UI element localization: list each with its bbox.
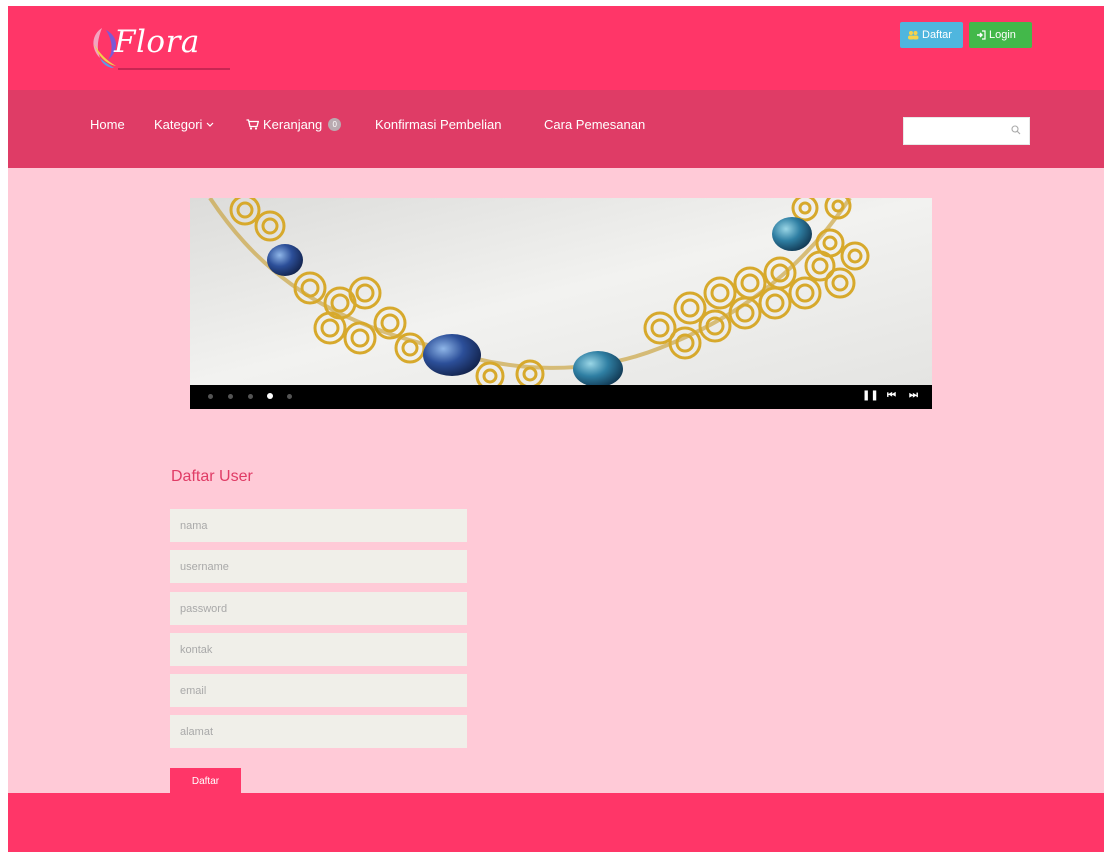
email-field[interactable] (170, 674, 467, 707)
brand-name: Flora (114, 24, 200, 60)
login-label: Login (989, 29, 1016, 41)
pause-icon[interactable]: ❚❚ (862, 390, 879, 401)
users-icon (908, 31, 919, 40)
necklace-photo (190, 198, 932, 385)
next-icon[interactable]: ⏭ (909, 390, 918, 401)
slider-controls: ❚❚ ⏮ ⏭ (190, 385, 932, 409)
nav-purchase-confirmation-label: Konfirmasi Pembelian (375, 117, 502, 132)
kontak-field[interactable] (170, 633, 467, 666)
main-nav: Home Kategori Keranjang 0 Konfirmasi Pem… (8, 90, 1104, 168)
page: Flora Daftar Login Home Kategori Keranja… (8, 6, 1104, 852)
cart-count-badge: 0 (328, 118, 342, 131)
register-button[interactable]: Daftar (900, 22, 963, 48)
cart-icon (246, 119, 259, 130)
username-field[interactable] (170, 550, 467, 583)
login-button[interactable]: Login (969, 22, 1032, 48)
nav-how-to-order[interactable]: Cara Pemesanan (544, 117, 645, 132)
nav-cart[interactable]: Keranjang 0 (246, 117, 342, 132)
nav-home-label: Home (90, 117, 125, 132)
password-field[interactable] (170, 592, 467, 625)
slider-dot-5[interactable] (287, 394, 292, 399)
footer (8, 793, 1104, 852)
nav-purchase-confirmation[interactable]: Konfirmasi Pembelian (375, 117, 501, 132)
top-bar: Flora Daftar Login (8, 6, 1104, 90)
nav-category-label: Kategori (154, 117, 203, 132)
logo-underline (118, 68, 230, 70)
slider-dot-1[interactable] (208, 394, 213, 399)
sign-in-icon (977, 30, 986, 40)
brand-logo[interactable]: Flora (88, 18, 238, 78)
submit-register-button[interactable]: Daftar (170, 768, 241, 794)
alamat-field[interactable] (170, 715, 467, 748)
chevron-down-icon (206, 122, 214, 127)
search-input[interactable] (908, 119, 1007, 145)
slider-dot-2[interactable] (228, 394, 233, 399)
image-slider[interactable]: ❚❚ ⏮ ⏭ (190, 198, 932, 409)
previous-icon[interactable]: ⏮ (887, 390, 896, 401)
search-box (903, 117, 1030, 145)
search-icon[interactable] (1011, 125, 1021, 135)
slider-dot-3[interactable] (248, 394, 253, 399)
form-title: Daftar User (171, 468, 253, 485)
nav-how-to-order-label: Cara Pemesanan (544, 117, 646, 132)
nav-category[interactable]: Kategori (154, 117, 214, 132)
slider-dot-4[interactable] (267, 393, 273, 399)
register-label: Daftar (922, 29, 952, 41)
nav-home[interactable]: Home (90, 117, 125, 132)
nav-cart-label: Keranjang (263, 117, 323, 132)
nama-field[interactable] (170, 509, 467, 542)
